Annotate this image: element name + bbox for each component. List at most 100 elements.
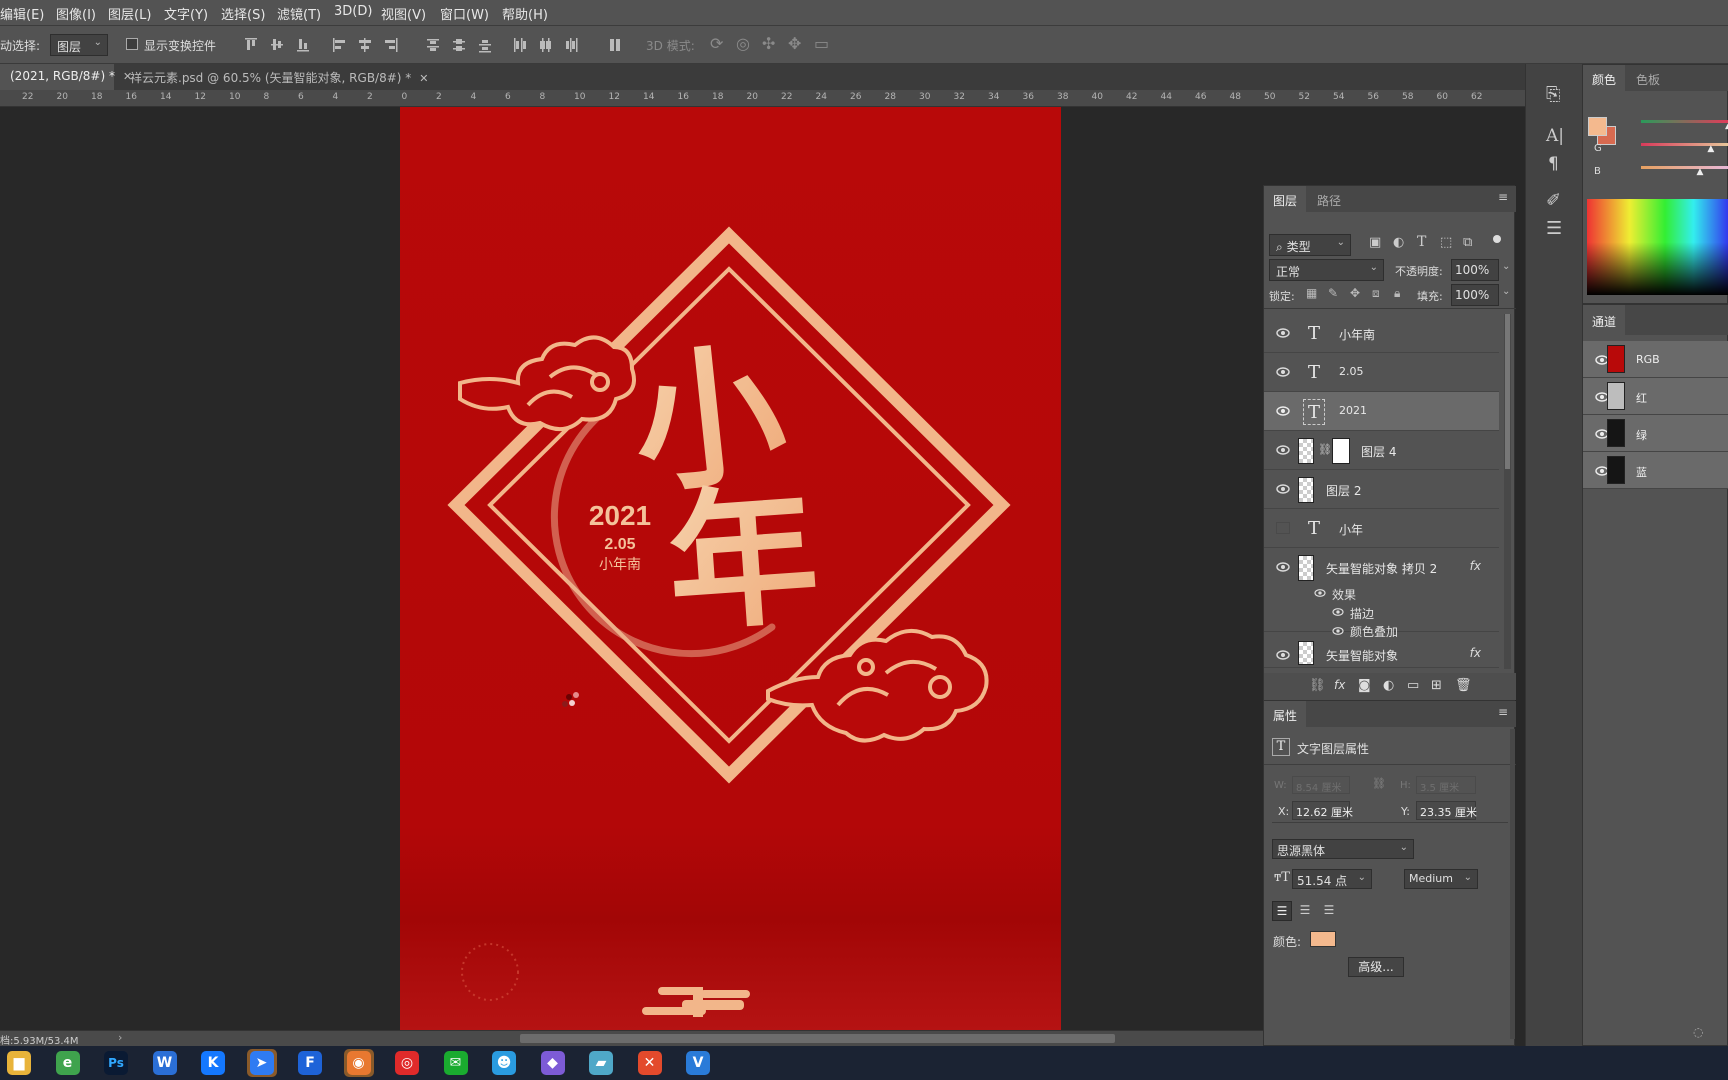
menu-help[interactable]: 帮助(H) xyxy=(502,4,548,23)
feishu-taskbar-button[interactable]: ➤ xyxy=(246,1049,277,1077)
3d-pan-icon[interactable]: ✣ xyxy=(762,34,775,53)
adjustments-icon[interactable]: ☰ xyxy=(1546,218,1562,239)
align-center-text-icon[interactable]: ☰ xyxy=(1295,901,1315,921)
visibility-eye-icon[interactable] xyxy=(1276,444,1290,456)
menu-view[interactable]: 视图(V) xyxy=(381,4,426,23)
load-selection-icon[interactable]: ◌ xyxy=(1693,1025,1703,1039)
filter-pixel-icon[interactable]: ▣ xyxy=(1369,235,1381,250)
font-weight-dropdown[interactable]: Medium ⌄ xyxy=(1404,869,1478,889)
visibility-eye-icon[interactable] xyxy=(1276,561,1290,573)
visibility-eye-icon[interactable] xyxy=(1276,366,1290,378)
menu-select[interactable]: 选择(S) xyxy=(221,4,265,23)
3d-slide-icon[interactable]: ✥ xyxy=(788,34,801,53)
menu-type[interactable]: 文字(Y) xyxy=(164,4,208,23)
y-position-input[interactable]: 23.35 厘米 xyxy=(1416,801,1477,820)
filter-shape-icon[interactable]: ⬚ xyxy=(1440,235,1452,250)
width-input[interactable]: 8.54 厘米 xyxy=(1292,776,1350,794)
channel-row-red[interactable]: 红 xyxy=(1583,378,1728,415)
tab-paths[interactable]: 路径 xyxy=(1308,186,1350,212)
visibility-eye-icon[interactable] xyxy=(1276,327,1290,339)
distribute-vcenter-icon[interactable] xyxy=(452,37,466,53)
tab-swatches[interactable]: 色板 xyxy=(1627,65,1669,91)
opacity-input[interactable]: 100% xyxy=(1451,259,1499,281)
transform-controls-checkbox[interactable] xyxy=(126,38,138,50)
tab-document-2021[interactable]: (2021, RGB/8#) * ✕ xyxy=(0,64,132,90)
add-style-icon[interactable]: fx xyxy=(1334,678,1345,692)
lock-paint-icon[interactable]: ✎ xyxy=(1328,286,1338,300)
visibility-eye-icon[interactable] xyxy=(1276,483,1290,495)
add-mask-icon[interactable]: ◙ xyxy=(1358,678,1371,693)
blend-mode-dropdown[interactable]: 正常 ⌄ xyxy=(1269,259,1384,281)
tab-document-xiangyun[interactable]: 祥云元素.psd @ 60.5% (矢量智能对象, RGB/8#) * ✕ xyxy=(120,64,439,90)
scroll-thumb[interactable] xyxy=(1505,314,1510,469)
panel-menu-icon[interactable]: ≡ xyxy=(1498,705,1508,719)
font-family-dropdown[interactable]: 思源黑体 ⌄ xyxy=(1272,839,1414,859)
chevron-down-icon[interactable]: ⌄ xyxy=(1502,261,1510,272)
new-layer-icon[interactable]: ⊞ xyxy=(1431,678,1442,693)
brush-icon[interactable]: ✐ xyxy=(1546,190,1561,211)
qq-taskbar-button[interactable]: ☻ xyxy=(489,1049,519,1077)
distribute-bottom-icon[interactable] xyxy=(478,37,492,53)
menu-3d[interactable]: 3D(D) xyxy=(334,4,372,19)
layer-row-layer2[interactable]: 图层 2 xyxy=(1264,470,1499,509)
g-slider-thumb[interactable]: ▲ xyxy=(1707,144,1714,154)
visibility-eye-icon[interactable] xyxy=(1276,405,1290,417)
visibility-eye-icon[interactable] xyxy=(1314,588,1326,598)
3d-roll-icon[interactable]: ◎ xyxy=(736,34,750,53)
distribute-top-icon[interactable] xyxy=(426,37,440,53)
notes-app-taskbar-button[interactable]: ▰ xyxy=(586,1049,616,1077)
history-icon[interactable]: ⎘ xyxy=(1546,84,1560,105)
lock-artboard-icon[interactable]: ⧈ xyxy=(1372,286,1380,301)
layer-row-smart-object-copy2[interactable]: 矢量智能对象 拷贝 2 fx 效果 描边 颜色叠加 xyxy=(1264,548,1499,639)
gem-app-taskbar-button[interactable]: ◆ xyxy=(538,1049,568,1077)
align-hcenter-icon[interactable] xyxy=(358,37,372,53)
wps-taskbar-button[interactable]: W xyxy=(150,1049,180,1077)
layer-row-2021[interactable]: T 2021 xyxy=(1264,392,1499,431)
x-position-input[interactable]: 12.62 厘米 xyxy=(1292,801,1353,820)
adjustment-layer-icon[interactable]: ◐ xyxy=(1383,678,1394,693)
b-slider-thumb[interactable]: ▲ xyxy=(1696,167,1703,177)
channel-row-green[interactable]: 绿 xyxy=(1583,415,1728,452)
visibility-eye-icon[interactable] xyxy=(1332,626,1344,636)
chevron-right-icon[interactable]: › xyxy=(118,1031,122,1044)
layer-row-xiaonannan[interactable]: T 小年南 xyxy=(1264,314,1499,353)
visibility-off-box[interactable] xyxy=(1276,522,1290,534)
effect-stroke[interactable]: 描边 xyxy=(1350,605,1374,622)
fx-badge[interactable]: fx xyxy=(1470,559,1481,573)
horizontal-scrollbar[interactable] xyxy=(520,1034,1115,1043)
filter-smart-object-icon[interactable]: ⧉ xyxy=(1463,235,1472,250)
lock-transparent-icon[interactable]: ▦ xyxy=(1306,286,1317,300)
fill-input[interactable]: 100% xyxy=(1451,284,1499,306)
lock-position-icon[interactable]: ✥ xyxy=(1350,286,1360,300)
menu-image[interactable]: 图像(I) xyxy=(56,4,96,23)
document-canvas[interactable]: 小 年 2021 2.05 小年南 xyxy=(400,107,1061,1030)
new-group-icon[interactable]: ▭ xyxy=(1407,678,1419,693)
properties-scrollbar[interactable] xyxy=(1510,729,1515,1039)
foreground-color-swatch[interactable] xyxy=(1588,117,1607,136)
file-explorer-taskbar-button[interactable]: ▆ xyxy=(4,1049,34,1077)
layer-mask-thumbnail[interactable] xyxy=(1332,438,1350,464)
3d-scale-icon[interactable]: ▭ xyxy=(814,34,829,53)
height-input[interactable]: 3.5 厘米 xyxy=(1416,776,1476,794)
filter-toggle-icon[interactable] xyxy=(1493,235,1501,243)
font-size-dropdown[interactable]: 51.54 点 ⌄ xyxy=(1292,869,1372,889)
panel-menu-icon[interactable]: ≡ xyxy=(1498,190,1508,204)
distribute-hcenter-icon[interactable] xyxy=(538,37,552,53)
filter-adjustment-icon[interactable]: ◐ xyxy=(1393,235,1404,250)
distribute-right-icon[interactable] xyxy=(564,37,578,53)
chat-app-taskbar-button[interactable]: ◉ xyxy=(343,1049,374,1077)
layer-filter-dropdown[interactable]: ⌕ 类型 ⌄ xyxy=(1269,234,1351,256)
character-icon[interactable]: A| xyxy=(1546,126,1564,146)
color-spectrum[interactable] xyxy=(1587,199,1728,295)
menu-layer[interactable]: 图层(L) xyxy=(108,4,151,23)
tab-color[interactable]: 颜色 xyxy=(1583,65,1626,91)
channel-row-rgb[interactable]: RGB xyxy=(1583,341,1728,378)
browser-taskbar-button[interactable]: e xyxy=(53,1049,83,1077)
tab-layers[interactable]: 图层 xyxy=(1264,186,1307,212)
chevron-down-icon[interactable]: ⌄ xyxy=(1502,286,1510,297)
3d-orbit-icon[interactable]: ⟳ xyxy=(710,34,723,53)
layer-row-smart-object[interactable]: 矢量智能对象 fx xyxy=(1264,638,1499,668)
link-dimensions-icon[interactable]: ⛓︎ xyxy=(1372,777,1386,790)
visibility-eye-icon[interactable] xyxy=(1332,607,1344,617)
align-top-icon[interactable] xyxy=(244,37,258,53)
